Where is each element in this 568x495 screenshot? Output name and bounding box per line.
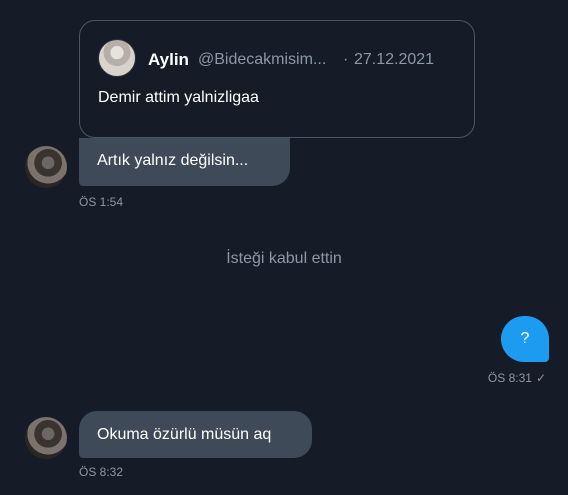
message-bubble-outgoing[interactable]: ?	[501, 316, 549, 362]
system-message: İsteği kabul ettin	[226, 250, 342, 267]
message-timestamp-outgoing: ÖS 8:31 ✓	[488, 371, 546, 385]
quoted-tweet-author-name: Aylin	[148, 50, 189, 69]
sender-avatar[interactable]	[25, 417, 67, 459]
quoted-tweet-text: Demir attim yalnizligaa	[98, 89, 259, 106]
message-bubble-incoming[interactable]: Artık yalnız değilsin...	[79, 138, 290, 186]
message-timestamp: ÖS 8:31	[487, 371, 532, 385]
message-timestamp: ÖS 8:32	[79, 465, 124, 479]
quoted-tweet-card[interactable]: Aylin @Bidecakmisim... · 27.12.2021 Demi…	[79, 20, 475, 138]
message-text: ?	[520, 330, 530, 347]
quoted-tweet-avatar	[98, 39, 136, 77]
quoted-tweet-date: 27.12.2021	[354, 51, 435, 68]
message-bubble-incoming[interactable]: Okuma özürlü müsün aq	[79, 411, 312, 458]
check-icon: ✓	[535, 371, 546, 385]
message-timestamp: ÖS 1:54	[79, 195, 124, 209]
quoted-tweet-separator: ·	[343, 51, 349, 68]
sender-avatar[interactable]	[25, 146, 67, 188]
quoted-tweet-handle: @Bidecakmisim...	[198, 51, 327, 68]
